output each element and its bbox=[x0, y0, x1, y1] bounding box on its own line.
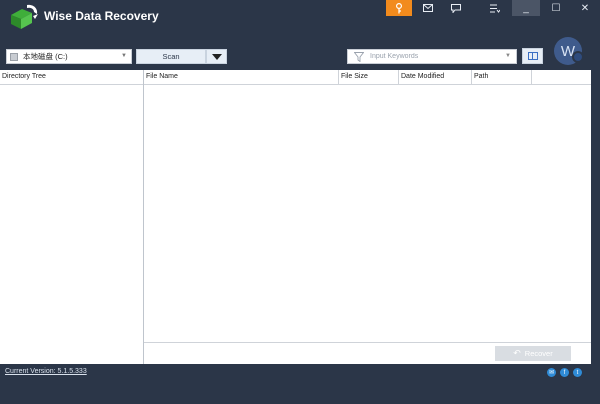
recover-label: Recover bbox=[524, 349, 553, 358]
window-edge bbox=[591, 70, 600, 364]
drive-select[interactable]: 本地磁盘 (C:) ▼ bbox=[6, 49, 132, 64]
maximize-icon: ☐ bbox=[551, 2, 561, 14]
close-button[interactable]: ✕ bbox=[571, 0, 599, 16]
main-menu-button[interactable] bbox=[481, 0, 509, 16]
caret-down-icon bbox=[211, 53, 222, 60]
maximize-button[interactable]: ☐ bbox=[542, 0, 570, 16]
twitter-icon[interactable]: t bbox=[573, 368, 582, 377]
app-title: Wise Data Recovery bbox=[44, 9, 159, 23]
email-icon[interactable]: ✉ bbox=[547, 368, 556, 377]
file-table-header: File Name File Size Date Modified Path bbox=[144, 70, 591, 85]
column-path[interactable]: Path bbox=[472, 70, 532, 84]
title-bar: Wise Data Recovery _ ☐ ✕ bbox=[0, 0, 600, 36]
version-link[interactable]: Current Version: 5.1.5.333 bbox=[5, 368, 87, 375]
key-icon bbox=[396, 2, 402, 13]
scan-mode-dropdown[interactable] bbox=[206, 49, 227, 64]
keyword-search: ▼ bbox=[347, 49, 517, 64]
chat-button[interactable] bbox=[442, 0, 470, 16]
menu-icon bbox=[490, 4, 500, 13]
column-file-size[interactable]: File Size bbox=[339, 70, 399, 84]
license-key-button[interactable] bbox=[386, 0, 412, 16]
drive-select-value: 本地磁盘 (C:) bbox=[23, 52, 68, 61]
close-icon: ✕ bbox=[580, 2, 590, 14]
app-logo-icon bbox=[11, 4, 38, 29]
panel-icon bbox=[527, 52, 538, 60]
recover-button[interactable]: ↶ Recover bbox=[495, 346, 571, 361]
status-bar: Current Version: 5.1.5.333 ✉ f t bbox=[0, 364, 600, 404]
drive-icon bbox=[10, 52, 18, 61]
file-list-panel: File Name File Size Date Modified Path ↶… bbox=[144, 70, 591, 364]
minimize-icon: _ bbox=[523, 2, 529, 14]
mail-icon bbox=[423, 4, 433, 12]
filter-icon bbox=[354, 51, 364, 62]
directory-tree-header: Directory Tree bbox=[0, 70, 143, 85]
toolbar: 本地磁盘 (C:) ▼ Scan ▼ bbox=[0, 36, 600, 70]
column-date-modified[interactable]: Date Modified bbox=[399, 70, 472, 84]
avatar[interactable]: W bbox=[554, 37, 584, 65]
chat-icon bbox=[451, 3, 461, 13]
action-bar: ↶ Recover bbox=[144, 342, 591, 364]
chevron-down-icon[interactable]: ▼ bbox=[505, 53, 511, 59]
search-input[interactable] bbox=[370, 53, 500, 60]
preview-panel-toggle[interactable] bbox=[522, 48, 543, 64]
facebook-icon[interactable]: f bbox=[560, 368, 569, 377]
main-area: Directory Tree File Name File Size Date … bbox=[0, 70, 591, 364]
chevron-down-icon: ▼ bbox=[121, 53, 127, 59]
directory-tree-panel[interactable]: Directory Tree bbox=[0, 70, 144, 364]
undo-icon: ↶ bbox=[513, 348, 521, 358]
column-file-name[interactable]: File Name bbox=[144, 70, 339, 84]
scan-button[interactable]: Scan bbox=[136, 49, 206, 64]
minimize-button[interactable]: _ bbox=[512, 0, 540, 16]
feedback-mail-button[interactable] bbox=[414, 0, 442, 16]
